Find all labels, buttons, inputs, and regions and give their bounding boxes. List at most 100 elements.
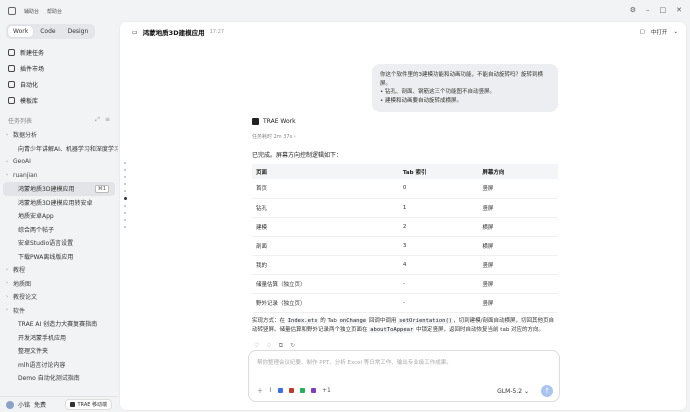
copy-icon[interactable]: ⧉ [279, 342, 283, 350]
impl-text: 回调中调用 [367, 318, 399, 324]
task-group-label: 教授论文 [13, 294, 38, 302]
close-icon[interactable]: ✕ [676, 6, 682, 14]
task-item-label: 地质安卓App [18, 213, 54, 221]
impl-text: 中锁定竖屏，返回时自动恢复当前 tab 对应的方向。 [414, 326, 545, 333]
pdf-icon[interactable] [310, 388, 316, 393]
task-group[interactable]: › 教程 [0, 263, 118, 277]
word-icon[interactable] [277, 388, 283, 393]
task-group[interactable]: › 地质图 [0, 277, 118, 291]
chevron-right-icon: › [6, 158, 8, 165]
plus-icon[interactable]: ＋ [257, 386, 263, 395]
ppt-icon[interactable] [288, 388, 294, 393]
tab-code[interactable]: Code [35, 26, 60, 37]
nav-label: 插件市场 [20, 65, 45, 73]
nav-new-task[interactable]: 新建任务 [0, 44, 118, 60]
chevron-down-icon[interactable]: ⌄ [673, 29, 678, 35]
mobile-app-button[interactable]: TRAE 移动端 [64, 399, 112, 410]
tab-design[interactable]: Design [63, 26, 94, 37]
nav-template-library[interactable]: 模板库 [0, 92, 118, 108]
task-group[interactable]: › 数据分析 [0, 128, 118, 142]
table-cell: 3 [398, 236, 479, 256]
task-group-label: GeoAI [13, 158, 31, 166]
table-cell: 横屏 [478, 236, 558, 256]
top-label-1[interactable]: 辅助台 [24, 8, 39, 15]
mobile-app-label: TRAE 移动端 [77, 402, 108, 408]
table-row: 野外记录（独立页） - 竖屏 [252, 293, 558, 313]
chevron-right-icon: › [6, 293, 8, 300]
table-cell: 竖屏 [478, 293, 558, 313]
mode-switcher: Work Code Design [6, 24, 96, 39]
table-cell: 建模 [252, 217, 399, 237]
task-item[interactable]: 向青少年讲解AI、机器学习和深度学习 [0, 142, 118, 156]
chat-title: 鸿蒙地质3D建模应用 [142, 29, 205, 37]
task-item[interactable]: 整理文件夹 [0, 344, 118, 358]
like-icon[interactable]: ♡ [254, 342, 259, 350]
model-selector[interactable]: GLM-5.2 ⌄ [497, 388, 529, 395]
nav-plugin-market[interactable]: 插件市场 [0, 60, 118, 76]
task-group[interactable]: › 教授论文 [0, 290, 118, 304]
more-tools-count[interactable]: +1 [322, 387, 331, 394]
top-label-2[interactable]: 帮助台 [47, 8, 62, 15]
tab-work[interactable]: Work [8, 26, 34, 37]
excel-icon[interactable] [299, 388, 305, 393]
attach-icon[interactable]: ⌇ [269, 387, 272, 394]
shortcut-badge: ⌘1 [94, 184, 109, 193]
task-item[interactable]: mlh语言讨论内容 [0, 358, 118, 372]
task-group[interactable]: › ruanjian [0, 169, 118, 183]
task-item-label: 鸿蒙地质3D建模应用 [18, 186, 75, 194]
retry-icon[interactable]: ↻ [290, 342, 295, 350]
task-item[interactable]: TRAE AI 创造力大赛复赛指南 [0, 317, 118, 331]
dislike-icon[interactable]: ♢ [266, 342, 271, 350]
task-duration[interactable]: 任务耗时 2m 37s › [252, 133, 296, 140]
table-cell: 2 [398, 217, 479, 237]
task-item[interactable]: 安卓Studio语言设置 [0, 236, 118, 250]
task-item[interactable]: 开发鸿蒙手机应用 [0, 331, 118, 345]
scroll-indicator[interactable] [124, 162, 127, 228]
user-info[interactable]: 小铭 免费 [6, 400, 46, 409]
task-list-header: 任务列表 ⤢ ≡ [0, 112, 118, 128]
task-item[interactable]: Demo 自动化测试指南 [0, 371, 118, 385]
task-group-label: 教程 [13, 267, 26, 275]
send-button[interactable]: ↑ [541, 385, 553, 397]
table-row: 建模 2 横屏 [252, 217, 558, 237]
minimize-icon[interactable]: – [646, 6, 650, 14]
task-item[interactable]: 地质安卓App [0, 209, 118, 223]
automation-icon [8, 80, 15, 88]
table-cell: 我的 [252, 255, 399, 275]
settings-icon[interactable]: ⚙ [630, 6, 636, 14]
table-row: 储量估算（独立页） - 竖屏 [252, 274, 558, 294]
chat-header: ▭ 鸿蒙地质3D建模应用 17:27 ▢ 中打开 ⌄ [120, 22, 686, 42]
nav-label: 自动化 [20, 81, 39, 89]
task-duration-text: 任务耗时 2m 37s [252, 134, 293, 140]
task-item-label: 安卓Studio语言设置 [18, 240, 74, 248]
table-row: 首页 0 竖屏 [252, 179, 558, 199]
task-item[interactable]: 综合两个帖子 [0, 223, 118, 237]
maximize-icon[interactable]: □ [660, 6, 667, 14]
task-group[interactable]: › 软件 [0, 304, 118, 318]
window-controls: ⚙ – □ ✕ [630, 6, 682, 14]
impl-text: 实现方式：在 [252, 318, 287, 324]
scroll-dot [124, 219, 126, 221]
table-cell: 竖屏 [478, 274, 558, 294]
task-group[interactable]: › GeoAI [0, 155, 118, 169]
sidebar-toggle-icon[interactable] [8, 7, 16, 15]
nav-automation[interactable]: 自动化 [0, 76, 118, 92]
table-cell: 首页 [252, 179, 399, 199]
scroll-dot [124, 190, 126, 192]
composer-input[interactable]: 帮你整理会议纪要、制作 PPT、分析 Excel 等日常工作、输出专业级工作成果… [257, 358, 452, 366]
impl-code: onChange [338, 318, 368, 324]
scroll-dot [124, 212, 126, 214]
expand-icon[interactable]: ⤢ [95, 116, 100, 124]
task-item[interactable]: 鸿蒙地质3D建模应用转安卓 [0, 196, 118, 210]
open-in-label[interactable]: 中打开 [651, 28, 668, 36]
task-group-label: 地质图 [13, 280, 32, 288]
composer[interactable]: 帮你整理会议纪要、制作 PPT、分析 Excel 等日常工作、输出专业级工作成果… [248, 350, 560, 402]
phone-icon [69, 402, 75, 407]
scroll-dot-active [124, 197, 127, 200]
task-item[interactable]: 下载PWA离线版应用 [0, 250, 118, 264]
filter-icon[interactable]: ≡ [105, 116, 110, 124]
impl-code: Index.ets [286, 318, 319, 324]
task-item-label: 向青少年讲解AI、机器学习和深度学习 [18, 145, 118, 153]
task-item[interactable]: 鸿蒙地质3D建模应用 ⌘1 [3, 182, 115, 196]
folder-icon[interactable]: ▢ [640, 29, 645, 35]
